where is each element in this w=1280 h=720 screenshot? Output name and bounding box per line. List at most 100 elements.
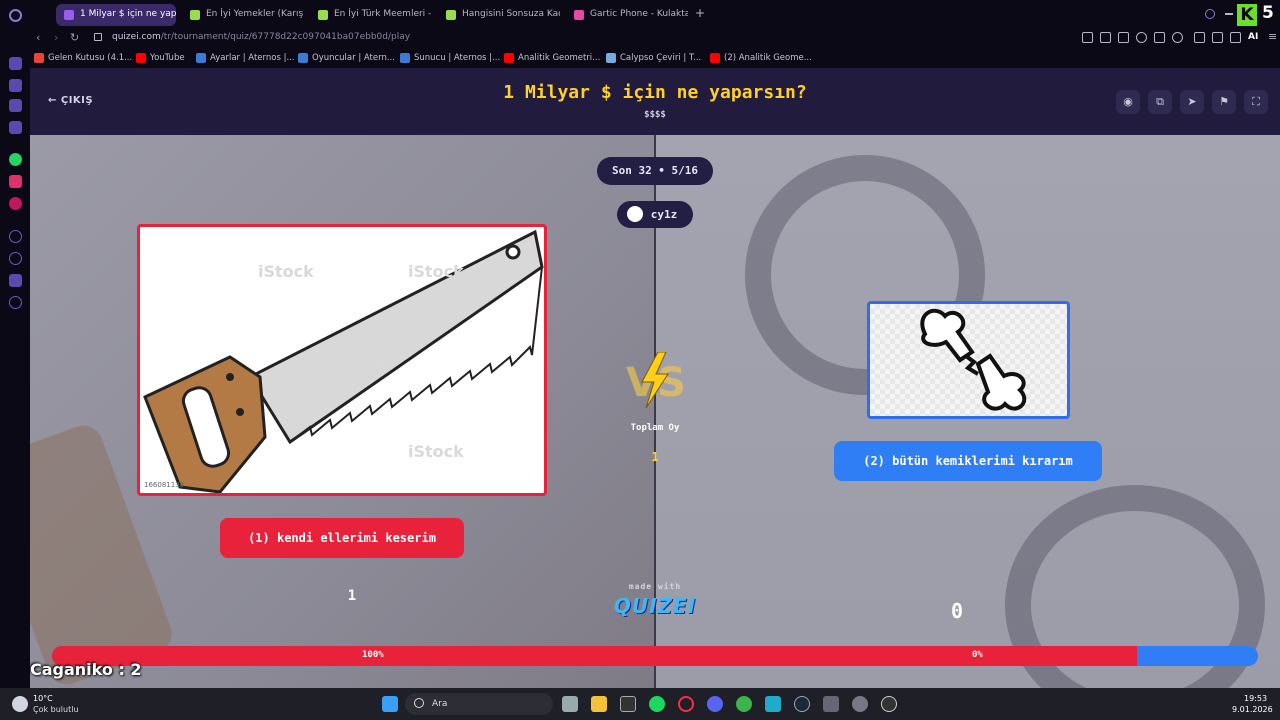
app-icon[interactable] bbox=[765, 696, 781, 712]
bookmark-analitik[interactable]: Analitik Geometri... bbox=[504, 53, 600, 63]
fullscreen-icon[interactable]: ⛶ bbox=[1244, 90, 1268, 114]
bookmark-calypso[interactable]: Calypso Çeviri | T... bbox=[606, 53, 701, 63]
steam-icon[interactable] bbox=[794, 696, 810, 712]
quizei-logo[interactable]: QUIZEI bbox=[605, 594, 705, 618]
watermark-text: iStock bbox=[335, 352, 391, 371]
tab-memeler[interactable]: En İyi Türk Meemleri - Tie bbox=[310, 4, 432, 26]
quizei-favicon-icon bbox=[318, 10, 328, 20]
whatsapp-icon[interactable] bbox=[9, 153, 22, 166]
workspace-icon[interactable] bbox=[32, 4, 52, 26]
option-left-percent: 100% bbox=[362, 650, 384, 660]
calculator-icon[interactable] bbox=[823, 696, 839, 712]
spotify-icon[interactable] bbox=[649, 696, 665, 712]
eye-icon[interactable]: ◉ bbox=[1116, 90, 1140, 114]
opera-icon[interactable] bbox=[678, 696, 694, 712]
ai-button[interactable]: AI bbox=[1248, 32, 1258, 42]
taskbar-search-input[interactable] bbox=[405, 693, 553, 715]
forward-icon[interactable]: › bbox=[54, 31, 58, 44]
flag-icon[interactable]: ⚑ bbox=[1212, 90, 1236, 114]
bookmark-aternos-server[interactable]: Sunucu | Aternos |... bbox=[400, 53, 500, 63]
aria-icon[interactable] bbox=[9, 79, 22, 92]
obs-icon[interactable] bbox=[881, 696, 897, 712]
option-right-button[interactable]: (2) bütün kemiklerimi kırarım bbox=[834, 441, 1102, 481]
bookmark-aternos-players[interactable]: Oyuncular | Atern... bbox=[298, 53, 395, 63]
vk-icon[interactable] bbox=[9, 197, 22, 210]
vpn-icon[interactable] bbox=[1136, 32, 1147, 43]
clock-icon[interactable] bbox=[9, 252, 22, 265]
bookmark-aternos-settings[interactable]: Ayarlar | Aternos |... bbox=[196, 53, 295, 63]
url-field[interactable]: quizei.com/tr/tournament/quiz/67778d22c0… bbox=[112, 32, 410, 42]
avatar bbox=[627, 206, 643, 222]
bookmark-gmail[interactable]: Gelen Kutusu (4.1... bbox=[34, 53, 132, 63]
made-with-label: made with bbox=[628, 582, 682, 591]
round-badge: Son 32 • 5/16 bbox=[597, 157, 713, 185]
pin-icon[interactable] bbox=[1082, 32, 1093, 43]
tray-icons[interactable] bbox=[1152, 696, 1232, 712]
stream-overlay-caganiko: Caganiko : 2 bbox=[30, 660, 142, 679]
file-explorer-icon[interactable] bbox=[591, 696, 607, 712]
aternos-icon bbox=[400, 53, 410, 63]
address-bar: ‹ › ↻ quizei.com/tr/tournament/quiz/6777… bbox=[30, 28, 1280, 48]
quizei-favicon-icon bbox=[446, 10, 456, 20]
calypso-icon bbox=[606, 53, 616, 63]
task-view-icon[interactable] bbox=[562, 696, 578, 712]
play-icon[interactable] bbox=[1154, 32, 1165, 43]
adblock-icon[interactable] bbox=[1118, 32, 1129, 43]
send-icon[interactable]: ➤ bbox=[1180, 90, 1204, 114]
clock-date[interactable]: 9.01.2026 bbox=[1232, 705, 1273, 714]
opera-logo-icon[interactable] bbox=[9, 9, 22, 22]
menu-icon[interactable]: ≡ bbox=[1268, 30, 1277, 43]
vs-lightning-icon: VS bbox=[626, 352, 686, 408]
weather-icon[interactable] bbox=[12, 696, 28, 712]
watermark-text: iStock bbox=[408, 262, 464, 281]
bookmark-icon[interactable] bbox=[9, 274, 22, 287]
option-left-button[interactable]: (1) kendi ellerimi keserim bbox=[220, 518, 464, 558]
settings-icon[interactable] bbox=[852, 696, 868, 712]
history-icon[interactable] bbox=[9, 230, 22, 243]
option-left-image[interactable]: iStock iStock iStock iStock 166081138 bbox=[137, 224, 547, 496]
stream-overlay-k-count: 5 bbox=[1262, 3, 1274, 23]
messenger-icon[interactable] bbox=[9, 121, 22, 134]
quiz-subtitle: $$$$ bbox=[644, 110, 666, 120]
extensions-icon[interactable] bbox=[1194, 32, 1205, 43]
screenshot-icon[interactable] bbox=[1100, 32, 1111, 43]
minimize-icon[interactable] bbox=[1225, 13, 1233, 15]
search-tabs-icon[interactable] bbox=[1205, 9, 1215, 19]
tab-yemekler[interactable]: En İyi Yemekler (Karışık) bbox=[182, 4, 304, 26]
instagram-icon[interactable] bbox=[9, 175, 22, 188]
discord-icon[interactable] bbox=[707, 696, 723, 712]
tab-sonsuza[interactable]: Hangisini Sonsuza Kadar bbox=[438, 4, 560, 26]
bookmarks-bar: Gelen Kutusu (4.1... YouTube Ayarlar | A… bbox=[30, 48, 1280, 68]
weather-description: Çok bulutlu bbox=[33, 705, 79, 714]
watermark-text: iStock bbox=[258, 262, 314, 281]
ai-icon[interactable] bbox=[9, 57, 22, 70]
back-icon[interactable]: ‹ bbox=[36, 31, 40, 44]
new-tab-icon[interactable]: + bbox=[695, 6, 705, 20]
heart-icon[interactable] bbox=[1172, 32, 1183, 43]
bookmark-youtube[interactable]: YouTube bbox=[136, 53, 185, 63]
option-right-image[interactable] bbox=[867, 301, 1070, 419]
user-badge: cy1z bbox=[617, 201, 693, 228]
tab-quiz[interactable]: 1 Milyar $ için ne yaparsın bbox=[56, 4, 176, 26]
windows-taskbar bbox=[0, 688, 1280, 720]
epic-games-icon[interactable] bbox=[620, 696, 636, 712]
share-icon[interactable]: ⧉ bbox=[1148, 90, 1172, 114]
settings-icon[interactable] bbox=[9, 296, 22, 309]
windows-start-icon[interactable] bbox=[382, 696, 398, 712]
aternos-icon bbox=[298, 53, 308, 63]
extension-icon[interactable] bbox=[9, 99, 22, 112]
tab-bar: 1 Milyar $ için ne yaparsın En İyi Yemek… bbox=[30, 0, 1280, 28]
xbox-icon[interactable] bbox=[736, 696, 752, 712]
quizei-favicon-icon bbox=[64, 10, 74, 20]
clock-time[interactable]: 19:53 bbox=[1244, 694, 1267, 703]
tab-gartic[interactable]: Gartic Phone - Kulaktan Ku bbox=[566, 4, 688, 26]
quiz-page: ← ÇIKIŞ 1 Milyar $ için ne yaparsın? $$$… bbox=[30, 68, 1280, 688]
search-icon bbox=[414, 698, 424, 708]
stream-overlay-k-badge: K bbox=[1237, 4, 1257, 26]
browser-side-rail bbox=[0, 0, 30, 690]
bookmark-analitik-2[interactable]: (2) Analitik Geome... bbox=[710, 53, 812, 63]
wallet-icon[interactable] bbox=[1212, 32, 1223, 43]
reload-icon[interactable]: ↻ bbox=[70, 31, 79, 44]
total-votes-value: 1 bbox=[651, 450, 659, 464]
download-icon[interactable] bbox=[1230, 32, 1241, 43]
